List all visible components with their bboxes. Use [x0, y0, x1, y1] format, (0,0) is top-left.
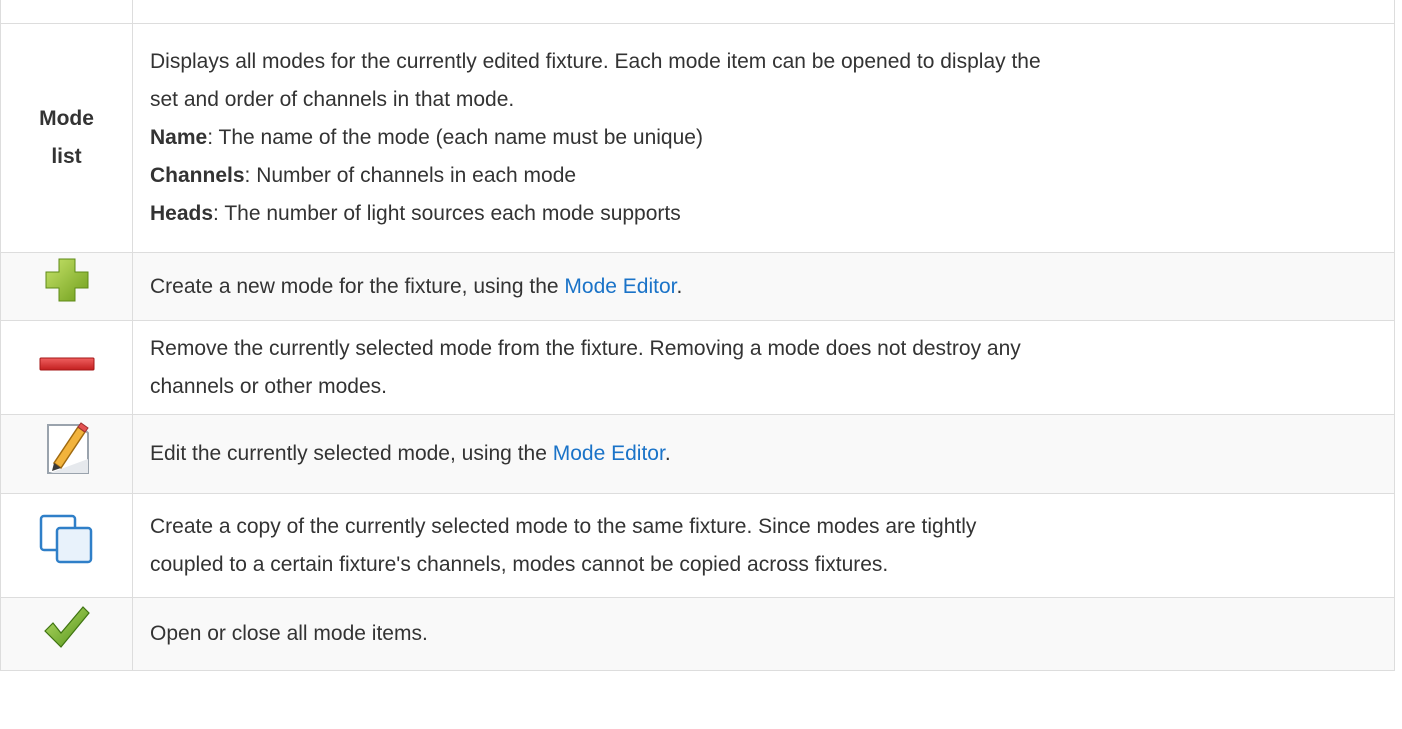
icon-cell	[0, 493, 133, 598]
edit-icon[interactable]	[40, 419, 94, 490]
field-heads: Heads: The number of light sources each …	[150, 202, 681, 225]
table-row-mode-list: Mode list Displays all modes for the curr…	[0, 23, 1395, 253]
desc-line: Displays all modes for the currently edi…	[150, 50, 1041, 73]
table-row-top	[0, 0, 1395, 24]
copy-icon[interactable]	[38, 513, 96, 578]
mode-table: Mode list Displays all modes for the curr…	[0, 0, 1395, 671]
table-row-edit: Edit the currently selected mode, using …	[0, 414, 1395, 494]
remove-icon[interactable]	[39, 349, 95, 387]
table-row-expand: Open or close all mode items.	[0, 597, 1395, 671]
icon-cell	[0, 414, 133, 494]
mode-editor-link[interactable]: Mode Editor	[564, 275, 676, 298]
desc-line: set and order of channels in that mode.	[150, 88, 515, 111]
remove-description: Remove the currently selected mode from …	[132, 320, 1395, 415]
expand-description: Open or close all mode items.	[132, 597, 1395, 671]
check-icon[interactable]	[41, 603, 93, 666]
table-row-copy: Create a copy of the currently selected …	[0, 493, 1395, 598]
table-row-remove: Remove the currently selected mode from …	[0, 320, 1395, 415]
desc-line: Remove the currently selected mode from …	[150, 336, 1021, 360]
desc-line: Create a copy of the currently selected …	[150, 514, 977, 538]
empty-cell	[132, 0, 1395, 24]
desc-line: channels or other modes.	[150, 374, 387, 398]
mode-list-label-cell: Mode list	[0, 23, 133, 253]
field-channels: Channels: Number of channels in each mod…	[150, 164, 577, 187]
add-icon[interactable]	[40, 253, 94, 320]
copy-description: Create a copy of the currently selected …	[132, 493, 1395, 598]
mode-list-label: Mode list	[39, 107, 94, 168]
mode-editor-link[interactable]: Mode Editor	[553, 442, 665, 465]
field-name: Name: The name of the mode (each name mu…	[150, 126, 703, 149]
icon-cell	[0, 597, 133, 671]
desc-line: coupled to a certain fixture's channels,…	[150, 552, 889, 576]
table-row-add: Create a new mode for the fixture, using…	[0, 252, 1395, 321]
icon-cell	[0, 252, 133, 321]
edit-description: Edit the currently selected mode, using …	[132, 414, 1395, 494]
mode-list-description: Displays all modes for the currently edi…	[132, 23, 1395, 253]
empty-cell	[0, 0, 133, 24]
add-description: Create a new mode for the fixture, using…	[132, 252, 1395, 321]
icon-cell	[0, 320, 133, 415]
